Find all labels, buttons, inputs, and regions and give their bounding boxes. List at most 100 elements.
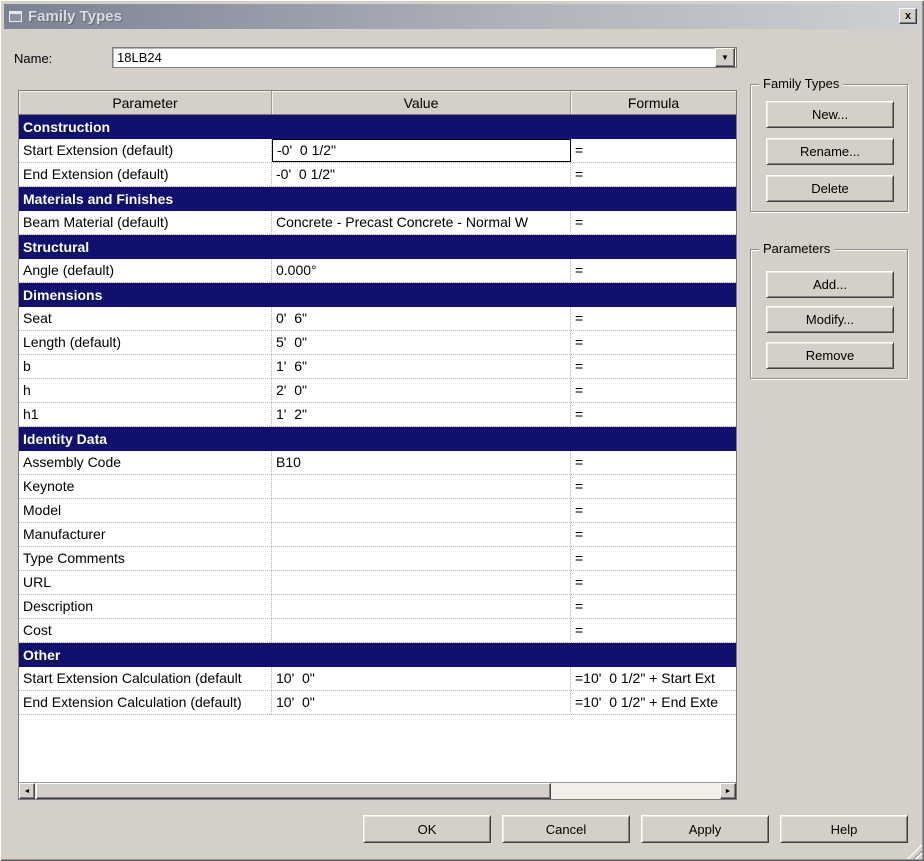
param-row: Model = (19, 499, 736, 523)
param-name-cell: Type Comments (19, 547, 272, 570)
section-row: Structural (19, 235, 736, 259)
param-value-cell[interactable]: B10 (272, 451, 571, 474)
add-button[interactable]: Add... (766, 271, 894, 298)
param-name-cell: Length (default) (19, 331, 272, 354)
parameter-table: Parameter Value Formula Construction Star… (18, 90, 737, 800)
param-value-cell[interactable]: 2' 0" (272, 379, 571, 402)
param-formula-cell[interactable]: = (571, 355, 736, 378)
param-name-cell: End Extension (default) (19, 163, 272, 186)
param-name-cell: Description (19, 595, 272, 618)
param-formula-cell[interactable]: = (571, 163, 736, 186)
section-row: Other (19, 643, 736, 667)
param-formula-cell[interactable]: = (571, 499, 736, 522)
horizontal-scrollbar[interactable]: ◄ ► (19, 782, 736, 799)
rename-button[interactable]: Rename... (766, 138, 894, 165)
param-value-cell[interactable]: 1' 2" (272, 403, 571, 426)
param-formula-cell[interactable]: = (571, 331, 736, 354)
param-formula-cell[interactable]: = (571, 211, 736, 234)
param-formula-cell[interactable]: = (571, 571, 736, 594)
param-value-cell[interactable]: -0' 0 1/2" (272, 139, 571, 162)
param-value-cell[interactable] (272, 547, 571, 570)
param-name-cell: Assembly Code (19, 451, 272, 474)
help-button[interactable]: Help (780, 815, 908, 843)
param-row: Start Extension Calculation (default 10' … (19, 667, 736, 691)
apply-button[interactable]: Apply (641, 815, 769, 843)
param-value-cell[interactable]: 0' 6" (272, 307, 571, 330)
modify-button[interactable]: Modify... (766, 306, 894, 333)
scrollbar-track[interactable] (35, 783, 720, 799)
column-header-value: Value (272, 91, 571, 114)
param-name-cell: Model (19, 499, 272, 522)
param-row: Cost = (19, 619, 736, 643)
param-formula-cell[interactable]: = (571, 475, 736, 498)
param-value-cell[interactable] (272, 475, 571, 498)
titlebar[interactable]: Family Types (4, 4, 920, 29)
dropdown-arrow-icon[interactable]: ▼ (715, 48, 735, 67)
name-combobox[interactable]: 18LB24 ▼ (112, 47, 737, 68)
param-formula-cell[interactable]: = (571, 307, 736, 330)
param-row: End Extension Calculation (default) 10' 0… (19, 691, 736, 715)
column-header-parameter: Parameter (19, 91, 272, 114)
remove-button[interactable]: Remove (766, 342, 894, 369)
param-value-cell[interactable] (272, 571, 571, 594)
param-name-cell: h1 (19, 403, 272, 426)
param-value-cell[interactable]: -0' 0 1/2" (272, 163, 571, 186)
param-formula-cell[interactable]: =10' 0 1/2" + End Exte (571, 691, 736, 714)
param-name-cell: Cost (19, 619, 272, 642)
section-row: Identity Data (19, 427, 736, 451)
parameters-group: Parameters Add... Modify... Remove (750, 242, 908, 379)
param-formula-cell[interactable]: =10' 0 1/2" + Start Ext (571, 667, 736, 690)
param-name-cell: Seat (19, 307, 272, 330)
param-value-cell[interactable] (272, 523, 571, 546)
param-value-cell[interactable]: 0.000° (272, 259, 571, 282)
param-formula-cell[interactable]: = (571, 523, 736, 546)
param-row: End Extension (default) -0' 0 1/2" = (19, 163, 736, 187)
param-value-cell[interactable]: Concrete - Precast Concrete - Normal W (272, 211, 571, 234)
param-value-cell[interactable] (272, 595, 571, 618)
param-name-cell: End Extension Calculation (default) (19, 691, 272, 714)
section-label: Dimensions (23, 287, 103, 303)
param-formula-cell[interactable]: = (571, 139, 736, 162)
param-value-cell[interactable]: 10' 0" (272, 691, 571, 714)
close-button[interactable]: x (899, 8, 917, 24)
param-formula-cell[interactable]: = (571, 403, 736, 426)
parameters-group-title: Parameters (759, 242, 835, 256)
column-header-formula: Formula (571, 91, 736, 114)
new-button[interactable]: New... (766, 101, 894, 128)
param-row: Manufacturer = (19, 523, 736, 547)
param-name-cell: Start Extension Calculation (default (19, 667, 272, 690)
param-value-cell[interactable]: 10' 0" (272, 667, 571, 690)
param-formula-cell[interactable]: = (571, 259, 736, 282)
param-formula-cell[interactable]: = (571, 451, 736, 474)
param-row: Type Comments = (19, 547, 736, 571)
param-formula-cell[interactable]: = (571, 595, 736, 618)
param-value-cell[interactable]: 5' 0" (272, 331, 571, 354)
param-formula-cell[interactable]: = (571, 619, 736, 642)
param-row: Angle (default) 0.000° = (19, 259, 736, 283)
section-row: Dimensions (19, 283, 736, 307)
scrollbar-thumb[interactable] (36, 783, 551, 799)
scroll-right-button[interactable]: ► (720, 783, 736, 799)
param-formula-cell[interactable]: = (571, 547, 736, 570)
param-row: h 2' 0" = (19, 379, 736, 403)
param-name-cell: Beam Material (default) (19, 211, 272, 234)
family-types-group: Family Types New... Rename... Delete (750, 77, 908, 212)
param-value-cell[interactable] (272, 619, 571, 642)
delete-button[interactable]: Delete (766, 175, 894, 202)
param-name-cell: b (19, 355, 272, 378)
ok-button[interactable]: OK (363, 815, 491, 843)
resize-grip[interactable] (907, 844, 922, 859)
family-types-dialog: Family Types x Name: 18LB24 ▼ Parameter … (0, 0, 924, 861)
scroll-left-button[interactable]: ◄ (19, 783, 35, 799)
param-value-cell[interactable] (272, 499, 571, 522)
section-label: Other (23, 647, 61, 663)
param-value-cell[interactable]: 1' 6" (272, 355, 571, 378)
param-row: Keynote = (19, 475, 736, 499)
cancel-button[interactable]: Cancel (502, 815, 630, 843)
section-row: Materials and Finishes (19, 187, 736, 211)
param-formula-cell[interactable]: = (571, 379, 736, 402)
param-row: Seat 0' 6" = (19, 307, 736, 331)
param-name-cell: Keynote (19, 475, 272, 498)
section-label: Identity Data (23, 431, 108, 447)
section-label: Structural (23, 239, 90, 255)
